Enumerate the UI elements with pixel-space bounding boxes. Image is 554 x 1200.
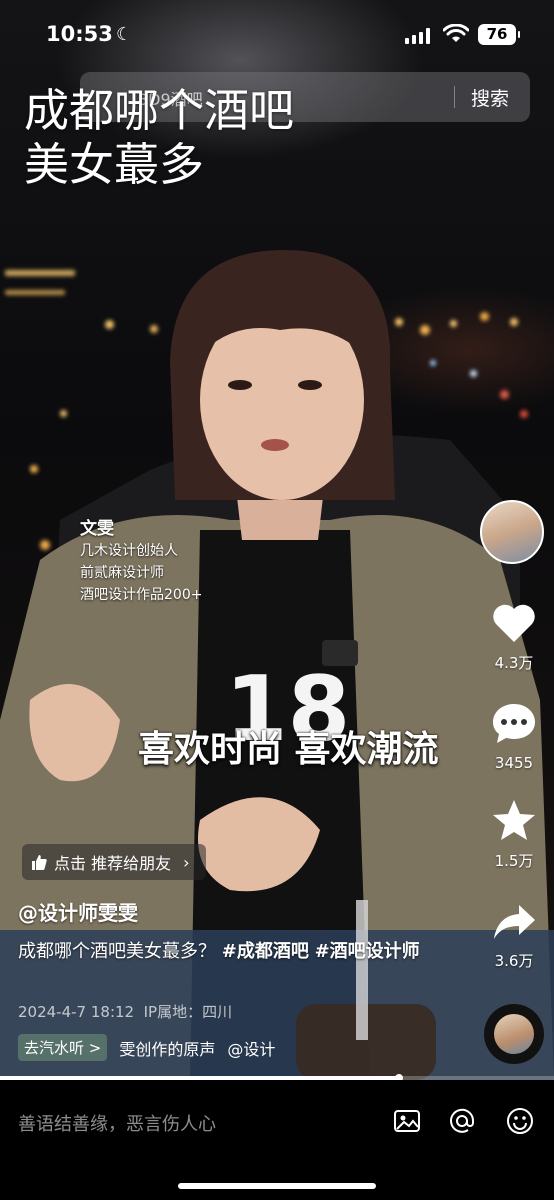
recommend-label: 点击 推荐给朋友 bbox=[54, 854, 172, 873]
chevron-right-icon: › bbox=[183, 852, 190, 872]
comment-icon bbox=[493, 704, 535, 743]
image-icon[interactable] bbox=[392, 1106, 422, 1136]
video-title-overlay: 成都哪个酒吧 美女蕞多 bbox=[24, 84, 295, 191]
battery-indicator: 76 bbox=[478, 24, 520, 45]
home-indicator[interactable] bbox=[178, 1183, 376, 1189]
favorite-button[interactable]: 1.5万 bbox=[486, 798, 542, 871]
status-bar: 10:53 ☾ 76 bbox=[0, 22, 554, 52]
comment-count: 3455 bbox=[494, 754, 534, 772]
music-row[interactable]: 去汽水听 > 雯创作的原声 @设计 bbox=[18, 1034, 275, 1061]
speaker-line: 几木设计创始人 bbox=[80, 543, 178, 559]
hashtag-link[interactable]: #成都酒吧 bbox=[222, 941, 309, 962]
speaker-line: 前贰麻设计师 bbox=[80, 565, 164, 581]
comment-button[interactable]: 3455 bbox=[486, 700, 542, 772]
speaker-line: 酒吧设计作品200+ bbox=[80, 587, 203, 603]
music-mention[interactable]: @设计 bbox=[227, 1036, 275, 1060]
favorite-count: 1.5万 bbox=[494, 852, 534, 870]
description-text: 成都哪个酒吧美女蕞多？ bbox=[18, 941, 216, 962]
open-in-qishui-button[interactable]: 去汽水听 > bbox=[18, 1034, 108, 1061]
comment-input[interactable]: 善语结善缘，恶言伤人心 bbox=[18, 1110, 216, 1136]
recommend-to-friends-button[interactable]: 点击 推荐给朋友 › bbox=[22, 844, 206, 880]
video-subtitle: 喜欢时尚 喜欢潮流 bbox=[138, 729, 439, 770]
hashtag-link[interactable]: #酒吧设计师 bbox=[315, 941, 420, 962]
author-handle[interactable]: @设计师雯雯 bbox=[18, 897, 138, 926]
speaker-name: 文雯 bbox=[80, 519, 114, 539]
author-avatar[interactable] bbox=[480, 500, 544, 564]
do-not-disturb-icon: ☾ bbox=[116, 24, 133, 45]
emoji-icon[interactable] bbox=[505, 1106, 535, 1136]
speaker-name-card: 文雯 几木设计创始人 前贰麻设计师 酒吧设计作品200+ bbox=[80, 518, 202, 606]
like-count: 4.3万 bbox=[494, 654, 534, 672]
video-description: 成都哪个酒吧美女蕞多？ #成都酒吧 #酒吧设计师 bbox=[18, 938, 438, 965]
music-disc[interactable] bbox=[484, 1004, 544, 1064]
share-button[interactable]: 3.6万 bbox=[486, 902, 542, 971]
like-button[interactable]: 4.3万 bbox=[486, 602, 542, 673]
comment-bar: 善语结善缘，恶言伤人心 bbox=[0, 1080, 554, 1200]
music-cover bbox=[494, 1014, 534, 1054]
at-mention-icon[interactable] bbox=[447, 1106, 477, 1136]
signal-icon bbox=[405, 28, 430, 44]
search-button[interactable]: 搜索 bbox=[471, 84, 509, 111]
star-icon bbox=[493, 800, 535, 840]
music-title[interactable]: 雯创作的原声 bbox=[119, 1036, 215, 1060]
search-divider bbox=[454, 86, 455, 108]
wifi-icon bbox=[443, 24, 469, 42]
heart-icon bbox=[493, 604, 535, 642]
status-time: 10:53 bbox=[46, 22, 113, 46]
share-count: 3.6万 bbox=[494, 952, 534, 970]
thumbs-up-icon bbox=[32, 855, 47, 870]
post-meta: 2024-4-7 18:12 IP属地：四川 bbox=[18, 1003, 233, 1021]
share-arrow-icon bbox=[494, 905, 535, 939]
